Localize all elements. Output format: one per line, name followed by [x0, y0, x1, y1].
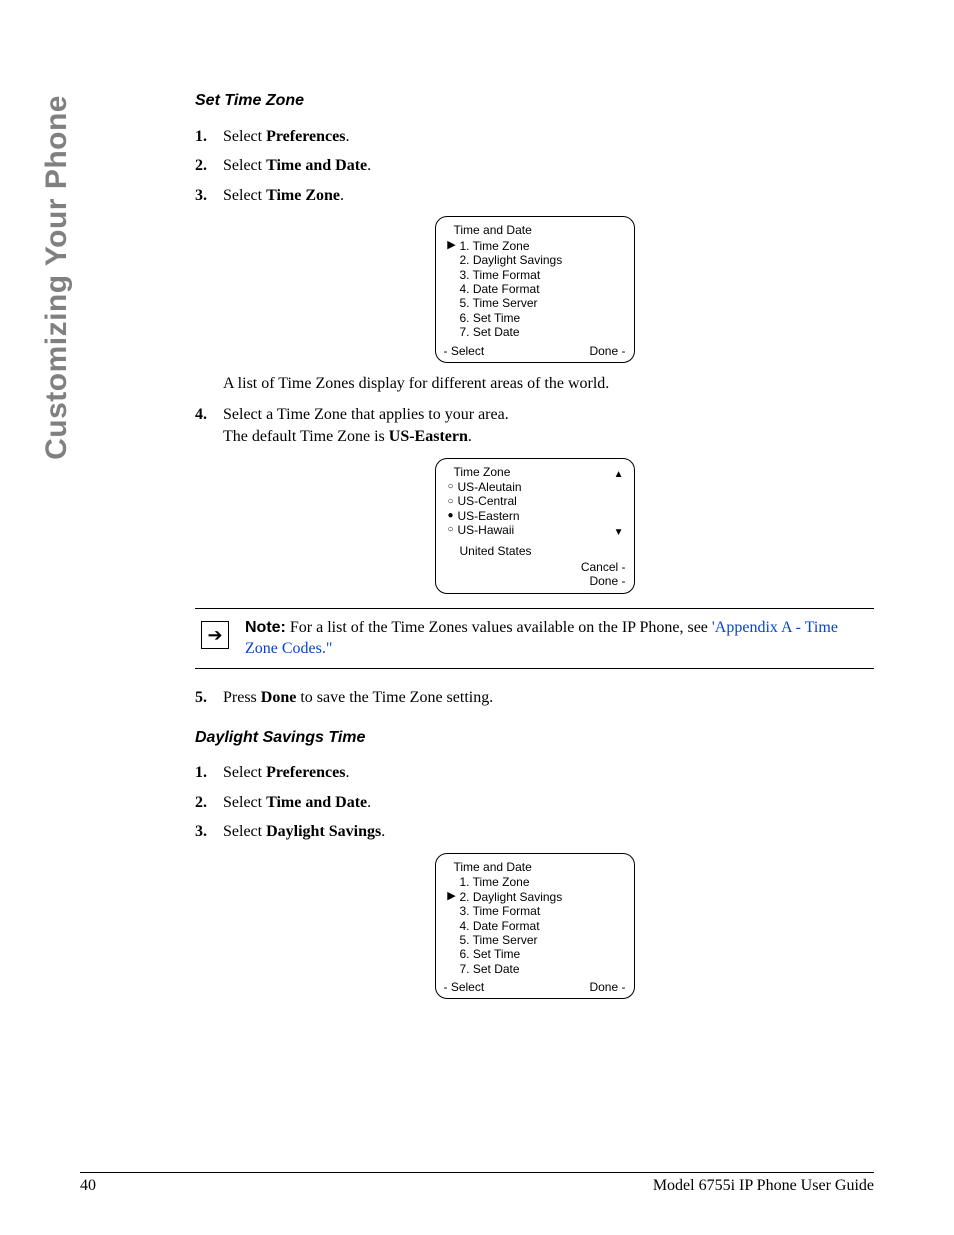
option: US-Hawaii: [458, 523, 515, 537]
text: Select a Time Zone that applies to your …: [223, 406, 509, 423]
text: Select: [223, 794, 266, 811]
text: Select: [223, 157, 266, 174]
step-num: 1.: [195, 126, 223, 148]
menu-item: 4. Date Format: [460, 282, 540, 296]
text-bold: Time and Date: [266, 157, 367, 174]
step-num: 4.: [195, 404, 223, 447]
text: .: [367, 794, 371, 811]
note-label: Note:: [245, 619, 286, 636]
text: Select: [223, 187, 266, 204]
note-block: ➔ Note: For a list of the Time Zones val…: [195, 608, 874, 669]
pointer-icon: ▶: [444, 239, 460, 252]
step-text: Select Daylight Savings.: [223, 821, 874, 843]
text-bold: Time and Date: [266, 794, 367, 811]
softkey-select[interactable]: - Select: [444, 344, 485, 358]
step-text: Select Time and Date.: [223, 155, 874, 177]
text-bold: Done: [261, 689, 297, 706]
text-bold: Preferences: [266, 128, 345, 145]
scroll-down-icon[interactable]: ▼: [614, 527, 624, 539]
step-num: 5.: [195, 687, 223, 709]
step-num: 1.: [195, 762, 223, 784]
text: Select: [223, 764, 266, 781]
menu-item: 7. Set Date: [460, 325, 520, 339]
option: US-Central: [458, 494, 517, 508]
radio-selected-icon: ●: [444, 510, 458, 522]
heading-daylight-savings: Daylight Savings Time: [195, 727, 874, 749]
group-label: United States: [460, 544, 532, 558]
step-text: Select Preferences.: [223, 126, 874, 148]
text: .: [381, 823, 385, 840]
footer-title: Model 6755i IP Phone User Guide: [653, 1177, 874, 1195]
menu-item: 1. Time Zone: [460, 875, 530, 889]
menu-item: 6. Set Time: [460, 947, 521, 961]
step-text: Select Time Zone.: [223, 185, 874, 207]
text-bold: Daylight Savings: [266, 823, 381, 840]
phone-screen-time-zone-select: ▲ ▼ Time Zone ○US-Aleutain ○US-Central ●…: [435, 458, 635, 594]
step-text: Press Done to save the Time Zone setting…: [223, 687, 874, 709]
text: Select: [223, 823, 266, 840]
text: Select: [223, 128, 266, 145]
text: .: [468, 428, 472, 445]
text: .: [345, 128, 349, 145]
text-bold: Time Zone: [266, 187, 340, 204]
text: .: [367, 157, 371, 174]
text-bold: Preferences: [266, 764, 345, 781]
page-number: 40: [80, 1177, 96, 1195]
menu-item: 3. Time Format: [460, 904, 541, 918]
pointer-icon: ▶: [444, 890, 460, 903]
phone-screen-time-and-date-2: Time and Date 1. Time Zone ▶2. Daylight …: [435, 853, 635, 1000]
radio-icon: ○: [444, 496, 458, 508]
radio-icon: ○: [444, 481, 458, 493]
step-text: Select Time and Date.: [223, 792, 874, 814]
menu-item: 2. Daylight Savings: [460, 253, 563, 267]
step-num: 2.: [195, 155, 223, 177]
softkey-cancel[interactable]: Cancel -: [581, 560, 626, 574]
step-num: 2.: [195, 792, 223, 814]
step-text: Select a Time Zone that applies to your …: [223, 404, 874, 447]
radio-icon: ○: [444, 524, 458, 536]
screen-title: Time and Date: [454, 223, 626, 237]
note-text: For a list of the Time Zones values avai…: [286, 619, 712, 636]
text-bold: US-Eastern: [389, 428, 468, 445]
text: .: [340, 187, 344, 204]
menu-item: 5. Time Server: [460, 296, 538, 310]
softkey-done[interactable]: Done -: [589, 980, 625, 994]
step-text: Select Preferences.: [223, 762, 874, 784]
paragraph: A list of Time Zones display for differe…: [223, 373, 874, 395]
option: US-Eastern: [458, 509, 520, 523]
option: US-Aleutain: [458, 480, 522, 494]
softkey-done[interactable]: Done -: [589, 344, 625, 358]
softkey-select[interactable]: - Select: [444, 980, 485, 994]
heading-set-time-zone: Set Time Zone: [195, 90, 874, 112]
note-arrow-icon: ➔: [201, 621, 229, 649]
phone-screen-time-and-date-1: Time and Date ▶1. Time Zone 2. Daylight …: [435, 216, 635, 363]
text: The default Time Zone is: [223, 428, 389, 445]
menu-item: 1. Time Zone: [460, 239, 530, 253]
menu-item: 5. Time Server: [460, 933, 538, 947]
side-tab-label: Customizing Your Phone: [40, 95, 74, 460]
menu-item: 4. Date Format: [460, 919, 540, 933]
softkey-done[interactable]: Done -: [589, 574, 625, 588]
menu-item: 3. Time Format: [460, 268, 541, 282]
menu-item: 7. Set Date: [460, 962, 520, 976]
scroll-up-icon[interactable]: ▲: [614, 469, 624, 481]
text: Press: [223, 689, 261, 706]
screen-title: Time and Date: [454, 860, 626, 874]
text: .: [345, 764, 349, 781]
step-num: 3.: [195, 185, 223, 207]
step-num: 3.: [195, 821, 223, 843]
text: to save the Time Zone setting.: [296, 689, 493, 706]
menu-item: 2. Daylight Savings: [460, 890, 563, 904]
menu-item: 6. Set Time: [460, 311, 521, 325]
screen-title: Time Zone: [454, 465, 626, 479]
